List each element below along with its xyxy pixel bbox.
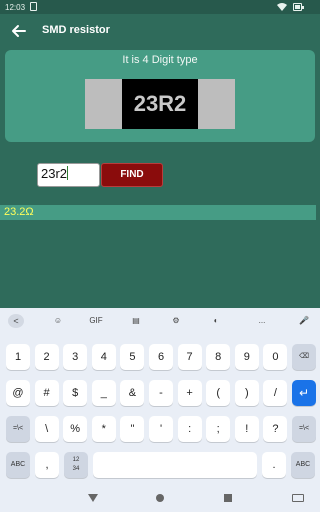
text-cursor — [67, 166, 69, 180]
sim-icon — [30, 2, 37, 11]
key-0-3[interactable]: 4 — [91, 344, 116, 370]
key-1-8[interactable]: ) — [234, 380, 259, 406]
key-2-10[interactable]: =\< — [292, 416, 316, 442]
collapse-keyboard-icon[interactable]: < — [8, 314, 24, 328]
nav-home-icon[interactable] — [156, 494, 164, 502]
emoji-icon[interactable]: ☺ — [50, 314, 66, 328]
status-bar: 12:03 — [0, 0, 320, 14]
key-3-4[interactable]: . — [262, 452, 286, 478]
space-key[interactable] — [93, 452, 257, 478]
key-1-6[interactable]: + — [177, 380, 202, 406]
key-0-6[interactable]: 7 — [177, 344, 202, 370]
key-0-8[interactable]: 9 — [234, 344, 259, 370]
key-2-6[interactable]: : — [177, 416, 202, 442]
key-1-4[interactable]: & — [120, 380, 145, 406]
clipboard-icon[interactable]: ▤ — [128, 314, 144, 328]
key-3-0[interactable]: ABC — [6, 452, 30, 478]
code-input-value: 23r2 — [41, 166, 68, 181]
gif-button[interactable]: GIF — [88, 314, 104, 328]
key-2-4[interactable]: " — [120, 416, 145, 442]
key-2-2[interactable]: % — [63, 416, 88, 442]
key-1-0[interactable]: @ — [6, 380, 30, 406]
key-1-1[interactable]: # — [34, 380, 59, 406]
key-2-1[interactable]: \ — [34, 416, 59, 442]
key-0-2[interactable]: 3 — [63, 344, 88, 370]
key-2-0[interactable]: =\< — [6, 416, 30, 442]
key-0-10[interactable]: ⌫ — [292, 344, 316, 370]
nav-recents-icon[interactable] — [224, 494, 232, 502]
key-2-8[interactable]: ! — [234, 416, 259, 442]
key-2-7[interactable]: ; — [206, 416, 231, 442]
soft-keyboard: < ☺ GIF ▤ ⚙ ◐... 🎤 1 2 3 4 5 6 7 8 9 0 ⌫ @ # $ _ & - +() / ↵ =\< \%… — [0, 308, 320, 512]
app-bar: SMD resistor — [0, 14, 320, 48]
key-1-3[interactable]: _ — [91, 380, 116, 406]
key-1-2[interactable]: $ — [63, 380, 88, 406]
resistor-image: 23R2 — [85, 79, 235, 129]
resistor-code-display: 23R2 — [122, 79, 198, 129]
status-time: 12:03 — [5, 3, 26, 12]
resistor-card: It is 4 Digit type 23R2 — [5, 50, 315, 142]
key-0-7[interactable]: 8 — [206, 344, 231, 370]
mic-icon[interactable]: 🎤 — [296, 314, 312, 328]
key-0-4[interactable]: 5 — [120, 344, 145, 370]
wifi-icon — [277, 3, 287, 11]
code-input-field[interactable]: 23r2 — [37, 163, 100, 187]
nav-keyboard-icon[interactable] — [292, 494, 304, 502]
battery-icon — [293, 3, 304, 11]
settings-icon[interactable]: ⚙ — [168, 314, 184, 328]
find-button[interactable]: FIND — [101, 163, 163, 187]
nav-back-icon[interactable] — [88, 494, 98, 502]
keyboard-toolbar: < ☺ GIF ▤ ⚙ ◐... 🎤 — [0, 308, 320, 334]
key-0-9[interactable]: 0 — [263, 344, 288, 370]
page-title: SMD resistor — [42, 24, 110, 36]
key-1-5[interactable]: - — [149, 380, 173, 406]
key-2-5[interactable]: ' — [149, 416, 173, 442]
back-arrow-icon[interactable] — [10, 22, 28, 40]
key-3-5[interactable]: ABC — [291, 452, 315, 478]
key-1-9[interactable]: / — [263, 380, 288, 406]
key-0-0[interactable]: 1 — [6, 344, 30, 370]
key-3-1[interactable]: , — [35, 452, 59, 478]
key-0-5[interactable]: 6 — [149, 344, 173, 370]
result-text: 23.2Ω — [0, 205, 316, 220]
navigation-bar — [0, 488, 320, 512]
key-1-10[interactable]: ↵ — [292, 380, 316, 406]
key-0-1[interactable]: 2 — [34, 344, 59, 370]
key-3-2[interactable]: 12 34 — [64, 452, 88, 478]
key-1-7[interactable]: ( — [206, 380, 231, 406]
key-2-3[interactable]: * — [91, 416, 116, 442]
digit-type-label: It is 4 Digit type — [122, 54, 198, 66]
theme-icon[interactable]: ◐ — [208, 314, 224, 328]
more-icon[interactable]: ... — [254, 314, 270, 328]
key-2-9[interactable]: ? — [263, 416, 288, 442]
